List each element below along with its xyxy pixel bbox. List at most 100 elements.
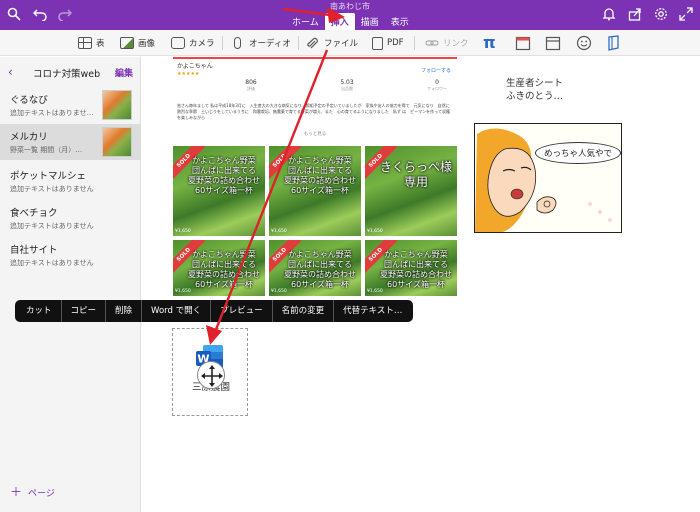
page-item-mercari[interactable]: メルカリ 野菜一覧 期間（月）… bbox=[0, 124, 141, 160]
insert-camera-button[interactable]: カメラ bbox=[171, 34, 215, 52]
page-preview: 追加テキストはありませ… bbox=[10, 109, 94, 117]
menu-preview[interactable]: プレビュー bbox=[211, 300, 273, 322]
undo-icon[interactable] bbox=[32, 7, 48, 23]
expand-icon[interactable] bbox=[678, 7, 694, 23]
notebook-icon[interactable] bbox=[606, 35, 622, 51]
link-icon bbox=[425, 38, 439, 48]
insert-ribbon: 表 画像 カメラ オーディオ ファイル PDF リンク π bbox=[0, 30, 700, 56]
notebook-title: コロナ対策web bbox=[33, 69, 101, 80]
insert-table-button[interactable]: 表 bbox=[78, 34, 105, 52]
stat-reviews: 806 評価 bbox=[221, 79, 281, 92]
math-pi-icon[interactable]: π bbox=[483, 35, 499, 51]
file-label: ファイル bbox=[324, 39, 359, 49]
move-handle-icon[interactable] bbox=[197, 361, 225, 389]
ribbon-tabs: ホーム 挿入 描画 表示 bbox=[286, 13, 415, 30]
insert-image-button[interactable]: 画像 bbox=[120, 34, 155, 52]
product-tile: SOLD きくらっぺ様 専用 ¥1,650 bbox=[365, 146, 457, 236]
comic-woman-image bbox=[475, 124, 621, 232]
menu-delete[interactable]: 削除 bbox=[106, 300, 143, 322]
calendar-date-icon[interactable] bbox=[515, 35, 531, 51]
window-title: 南あわじ市 bbox=[330, 2, 370, 11]
producer-sheet-note[interactable]: 生産者シート ふきのとう… bbox=[506, 77, 563, 103]
pdf-icon bbox=[372, 36, 383, 50]
link-label: リンク bbox=[443, 39, 469, 49]
product-tile: SOLD かよこちゃん野菜 団んぱに出来てる 夏野菜の詰め合わせ 60サイズ箱一… bbox=[269, 146, 361, 236]
redo-icon[interactable] bbox=[57, 7, 73, 23]
camera-label: カメラ bbox=[189, 39, 215, 49]
mercari-profile-clip[interactable]: かよこちゃん ★★★★★ フォローする 806 評価 5.03 出品数 0 フォ… bbox=[173, 57, 457, 297]
add-page-button[interactable]: ＋ ページ bbox=[10, 483, 55, 500]
menu-rename[interactable]: 名前の変更 bbox=[273, 300, 335, 322]
note-line: 生産者シート bbox=[506, 78, 564, 89]
pdf-label: PDF bbox=[387, 38, 404, 48]
ribbon-divider bbox=[222, 36, 223, 50]
sticker-smiley-icon[interactable] bbox=[576, 35, 592, 51]
bell-icon[interactable] bbox=[601, 7, 617, 23]
calendar-icon[interactable] bbox=[545, 35, 561, 51]
tab-home[interactable]: ホーム bbox=[286, 13, 325, 30]
product-price: ¥1,650 bbox=[175, 289, 191, 294]
stat-value: 5.03 bbox=[340, 79, 354, 86]
seller-name: かよこちゃん bbox=[177, 63, 213, 70]
gear-icon[interactable] bbox=[653, 7, 669, 23]
comic-illustration[interactable]: めっちゃ人気やで bbox=[474, 123, 622, 233]
menu-copy[interactable]: コピー bbox=[62, 300, 107, 322]
menu-open-in-word[interactable]: Word で開く bbox=[142, 300, 212, 322]
product-price: ¥1,650 bbox=[367, 229, 383, 234]
rating-stars: ★★★★★ bbox=[177, 71, 200, 77]
file-attachment[interactable]: W 三原農園 bbox=[172, 328, 248, 416]
ribbon-divider bbox=[298, 36, 299, 50]
page-item-own-site[interactable]: 自社サイト 追加テキストはありません bbox=[0, 237, 141, 273]
menu-alt-text[interactable]: 代替テキスト… bbox=[334, 300, 411, 322]
see-more-link: もっと見る bbox=[303, 132, 327, 137]
stat-followers: 0 フォロワー bbox=[407, 79, 467, 92]
product-caption: かよこちゃん野菜 団んぱに出来てる 夏野菜の詰め合わせ 60サイズ箱一杯 bbox=[188, 156, 260, 195]
tab-insert[interactable]: 挿入 bbox=[324, 13, 355, 30]
tab-draw[interactable]: 描画 bbox=[355, 13, 385, 30]
insert-pdf-button[interactable]: PDF bbox=[372, 34, 404, 52]
search-icon[interactable] bbox=[6, 7, 22, 23]
page-list-sidebar: ‹ コロナ対策web 編集 ぐるなび 追加テキストはありませ… メルカリ 野菜一… bbox=[0, 57, 141, 512]
add-page-label: ページ bbox=[28, 489, 55, 499]
edit-button[interactable]: 編集 bbox=[115, 66, 133, 79]
product-tile: SOLD かよこちゃん野菜 団んぱに出来てる 夏野菜の詰め合わせ 60サイズ箱一… bbox=[173, 240, 265, 296]
insert-file-button[interactable]: ファイル bbox=[306, 34, 358, 52]
insert-audio-button[interactable]: オーディオ bbox=[234, 34, 291, 52]
page-thumbnail bbox=[102, 127, 132, 157]
menu-cut[interactable]: カット bbox=[17, 300, 62, 322]
product-grid: SOLD かよこちゃん野菜 団んぱに出来てる 夏野菜の詰め合わせ 60サイズ箱一… bbox=[173, 146, 457, 296]
page-thumbnail bbox=[102, 90, 132, 120]
microphone-icon bbox=[234, 37, 241, 49]
table-icon bbox=[78, 37, 92, 49]
page-item-pocket-marche[interactable]: ポケットマルシェ 追加テキストはありません bbox=[0, 163, 141, 199]
tab-view[interactable]: 表示 bbox=[385, 13, 415, 30]
back-chevron-icon[interactable]: ‹ bbox=[8, 65, 13, 79]
plus-icon: ＋ bbox=[10, 485, 23, 499]
product-price: ¥1,650 bbox=[271, 289, 287, 294]
product-caption: かよこちゃん野菜 団んぱに出来てる 夏野菜の詰め合わせ 60サイズ箱一杯 bbox=[284, 156, 356, 195]
product-tile: SOLD かよこちゃん野菜 団んぱに出来てる 夏野菜の詰め合わせ 60サイズ箱一… bbox=[173, 146, 265, 236]
page-title: ぐるなび bbox=[10, 95, 48, 106]
product-tile: SOLD かよこちゃん野菜 団んぱに出来てる 夏野菜の詰め合わせ 60サイズ箱一… bbox=[269, 240, 361, 296]
title-bar: 南あわじ市 ホーム 挿入 描画 表示 bbox=[0, 0, 700, 30]
ribbon-divider bbox=[414, 36, 415, 50]
sidebar-header: ‹ コロナ対策web 編集 bbox=[0, 57, 141, 87]
product-price: ¥1,650 bbox=[367, 289, 383, 294]
onenote-app: 南あわじ市 ホーム 挿入 描画 表示 表 画像 カメラ オーディオ ファイル P… bbox=[0, 0, 700, 512]
product-price: ¥1,650 bbox=[271, 229, 287, 234]
note-line: ふきのとう… bbox=[506, 91, 564, 102]
page-canvas[interactable]: かよこちゃん ★★★★★ フォローする 806 評価 5.03 出品数 0 フォ… bbox=[141, 57, 700, 512]
page-title: メルカリ bbox=[10, 132, 48, 143]
product-caption: かよこちゃん野菜 団んぱに出来てる 夏野菜の詰め合わせ 60サイズ箱一杯 bbox=[284, 250, 356, 289]
stat-value: 0 bbox=[435, 79, 439, 86]
share-icon[interactable] bbox=[627, 7, 643, 23]
page-title: 食べチョク bbox=[10, 208, 58, 219]
page-item-tabechoku[interactable]: 食べチョク 追加テキストはありません bbox=[0, 200, 141, 236]
stat-value: 806 bbox=[245, 79, 257, 86]
stat-label: 出品数 bbox=[341, 86, 353, 91]
stat-label: 評価 bbox=[247, 86, 255, 91]
page-item-gurunavi[interactable]: ぐるなび 追加テキストはありませ… bbox=[0, 87, 141, 123]
page-preview: 野菜一覧 期間（月）… bbox=[10, 146, 83, 154]
insert-link-button[interactable]: リンク bbox=[425, 34, 469, 52]
page-title: 自社サイト bbox=[10, 245, 58, 256]
